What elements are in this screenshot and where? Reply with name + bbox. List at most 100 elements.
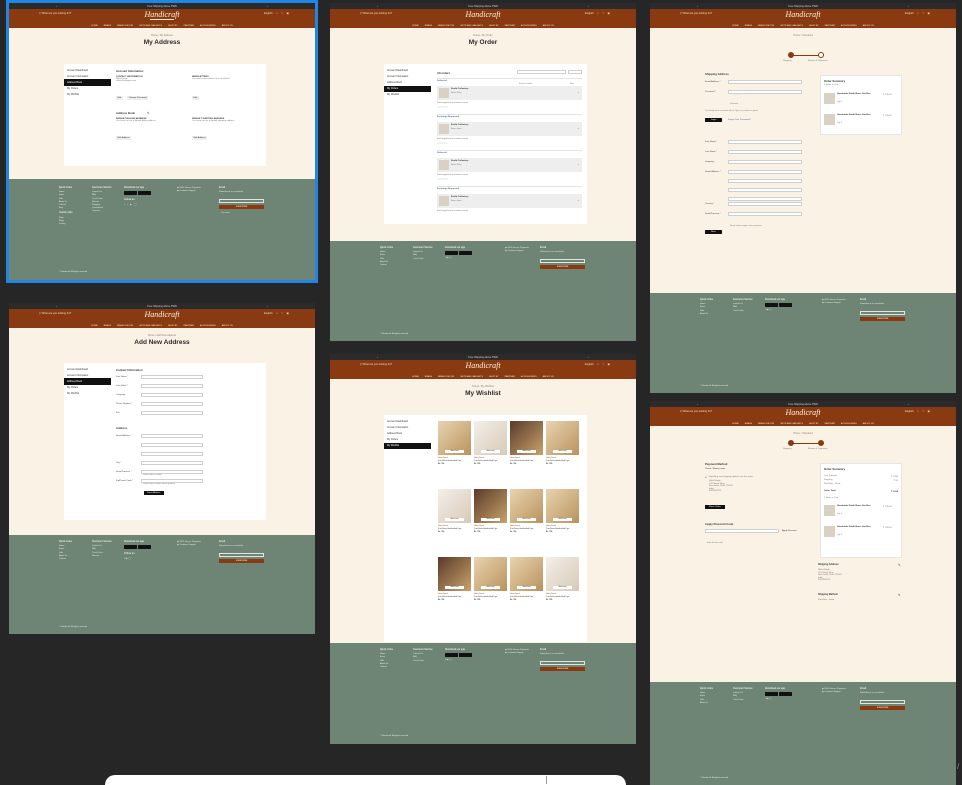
payment-method-option[interactable]: Check / Money order — [705, 468, 725, 470]
product-image[interactable]: Add to bag — [438, 557, 471, 591]
instagram-icon[interactable]: ◯ — [128, 558, 130, 560]
nav-item[interactable]: PARTNER — [505, 25, 515, 27]
instagram-icon[interactable]: ◯ — [769, 309, 771, 311]
app-store-badge[interactable] — [138, 191, 151, 196]
wishlist-product-card[interactable]: Add to bag Home Decor Pure Brass Handcraft… — [546, 489, 579, 533]
product-name[interactable]: Pure Brass Handcrafted Diya — [438, 596, 471, 598]
wishlist-product-card[interactable]: Add to bag Home Decor Pure Brass Handcraft… — [510, 489, 543, 533]
newsletter-email-input[interactable] — [219, 553, 264, 557]
wishlist-product-card[interactable]: Add to bag Home Decor Pure Brass Handcraft… — [438, 557, 471, 601]
add-to-bag-button[interactable]: Add to bag — [481, 518, 500, 521]
footer-link[interactable]: Track Order — [413, 258, 433, 261]
google-play-badge[interactable] — [765, 692, 778, 697]
pencil-icon[interactable]: ✎ — [147, 111, 150, 115]
city-input[interactable]: Please select a country — [141, 461, 203, 476]
wishlist-product-card[interactable]: Add to bag Home Decor Pure Brass Handcraft… — [510, 557, 543, 601]
add-to-bag-button[interactable]: Add to bag — [445, 586, 464, 589]
footer-link[interactable]: Track Order — [733, 310, 753, 313]
edit-billing-button[interactable]: Edit Address — [116, 136, 132, 140]
subscribe-button[interactable]: SUBSCRIBE — [860, 317, 905, 321]
product-image[interactable]: Add to bag — [474, 489, 507, 523]
nav-item[interactable]: GIFTS AND GADGETS — [460, 25, 483, 27]
wishlist-product-card[interactable]: Add to bag Home Decor Pure Brass Handcraft… — [546, 421, 579, 465]
subscribe-button[interactable]: SUBSCRIBE — [540, 265, 585, 269]
nav-item[interactable]: BRASS — [104, 25, 111, 27]
nav-item[interactable]: BRASS — [104, 325, 111, 327]
nav-item[interactable]: ACCESSORIES — [200, 25, 216, 27]
wishlist-product-card[interactable]: Add to bag Home Decor Pure Brass Handcraft… — [474, 489, 507, 533]
announce-prev[interactable]: ‹ — [697, 403, 698, 406]
newsletter-edit-button[interactable]: Edit — [192, 96, 199, 100]
user-icon[interactable]: ☺ — [917, 410, 920, 413]
nav-item[interactable]: SHOP BY — [489, 376, 499, 378]
nav-item[interactable]: HOME — [91, 325, 98, 327]
nav-item[interactable]: PARTNER — [825, 25, 835, 27]
footer-link[interactable]: About Us — [700, 313, 713, 316]
nav-item[interactable]: ABOUT US — [543, 25, 554, 27]
announce-prev[interactable]: ‹ — [56, 5, 57, 8]
app-store-badge[interactable] — [779, 303, 792, 308]
product-image[interactable]: Add to bag — [510, 489, 543, 523]
nav-item[interactable]: HOME — [412, 25, 419, 27]
nav-item[interactable]: BRASS DECOR — [758, 423, 774, 425]
artboard-my-address[interactable]: ‹ Free Shipping above ₹999 › ⚲ What are … — [6, 0, 318, 283]
product-image[interactable]: Add to bag — [474, 421, 507, 455]
artboard-checkout-shipping[interactable]: ‹ Free Shipping above ₹999 › ⚲ What are … — [650, 3, 956, 393]
order-card[interactable]: Kuchi Collectory Brass Item › — [437, 194, 582, 208]
nav-item[interactable]: PARTNER — [184, 325, 194, 327]
youtube-icon[interactable]: ▶ — [130, 204, 133, 206]
user-icon[interactable]: ☺ — [597, 12, 600, 15]
chevron-right-icon[interactable]: › — [578, 198, 579, 202]
subscribe-button[interactable]: SUBSCRIBE — [540, 667, 585, 671]
add-to-bag-button[interactable]: Add to bag — [553, 518, 572, 521]
cart-items-count[interactable]: 2 Items in Cart — [824, 84, 838, 86]
language-select[interactable]: English — [264, 312, 273, 315]
first-name-input[interactable] — [728, 140, 802, 144]
order-card[interactable]: Kuchi Collectory Brass Item › — [437, 122, 582, 136]
footer-link[interactable]: Returns — [92, 555, 112, 558]
subscribe-button[interactable]: SUBSCRIBE — [219, 205, 264, 209]
nav-item[interactable]: GIFTS AND GADGETS — [780, 25, 803, 27]
footer-link[interactable]: Contact — [380, 264, 393, 267]
product-name[interactable]: Pure Brass Handcrafted Diya — [438, 460, 471, 462]
filter-button[interactable]: Filter — [568, 70, 582, 85]
add-to-bag-button[interactable]: Add to bag — [517, 518, 536, 521]
instagram-icon[interactable]: ◯ — [449, 659, 451, 661]
cart-icon[interactable]: ▣ — [928, 12, 930, 15]
footer-link[interactable]: Contact — [59, 558, 72, 561]
cart-icon[interactable]: ▣ — [287, 12, 289, 15]
nav-item[interactable]: BRASS DECOR — [758, 25, 774, 27]
bottom-toolbar[interactable] — [105, 775, 626, 785]
rating-stars-icon[interactable]: ☆☆☆☆☆ — [437, 142, 448, 145]
cart-icon[interactable]: ▣ — [287, 312, 289, 315]
wishlist-icon[interactable]: ♡ — [602, 363, 604, 366]
wishlist-product-card[interactable]: Add to bag Home Decor Pure Brass Handcraft… — [546, 557, 579, 601]
artboard-add-address[interactable]: ‹ Free Shipping above ₹999 › ⚲ What are … — [9, 303, 315, 634]
announce-next[interactable]: › — [267, 305, 268, 308]
street-input-3[interactable] — [728, 188, 802, 192]
announce-next[interactable]: › — [588, 356, 589, 359]
subscribe-button[interactable]: SUBSCRIBE — [860, 706, 905, 710]
nav-item[interactable]: BRASS — [745, 25, 752, 27]
announce-next[interactable]: › — [267, 5, 268, 8]
change-password-button[interactable]: Change Password — [127, 96, 149, 100]
footer-link[interactable]: Contact — [380, 666, 393, 669]
chevron-right-icon[interactable]: › — [578, 90, 579, 94]
product-image[interactable]: Add to bag — [510, 421, 543, 455]
street-input-1[interactable] — [141, 434, 203, 438]
checkbox-checked-icon[interactable]: ☑ — [705, 476, 707, 479]
product-image[interactable]: Add to bag — [474, 557, 507, 591]
apply-discount-button[interactable]: Apply Discount — [782, 530, 797, 532]
language-select[interactable]: English — [585, 12, 594, 15]
nav-item[interactable]: SHOP BY — [809, 25, 819, 27]
footer-link[interactable]: Track Order — [733, 699, 753, 702]
announce-next[interactable]: › — [908, 5, 909, 8]
nav-item[interactable]: GIFTS AND GADGETS — [460, 376, 483, 378]
nav-item[interactable]: ABOUT US — [222, 325, 233, 327]
nav-item[interactable]: BRASS DECOR — [117, 325, 133, 327]
chevron-right-icon[interactable]: › — [578, 162, 579, 166]
app-store-badge[interactable] — [459, 251, 472, 256]
artboard-checkout-payment[interactable]: ‹ Free Shipping above ₹999 › ⚲ What are … — [650, 401, 956, 785]
newsletter-email-input[interactable] — [540, 661, 585, 665]
nav-item[interactable]: BRASS DECOR — [438, 376, 454, 378]
